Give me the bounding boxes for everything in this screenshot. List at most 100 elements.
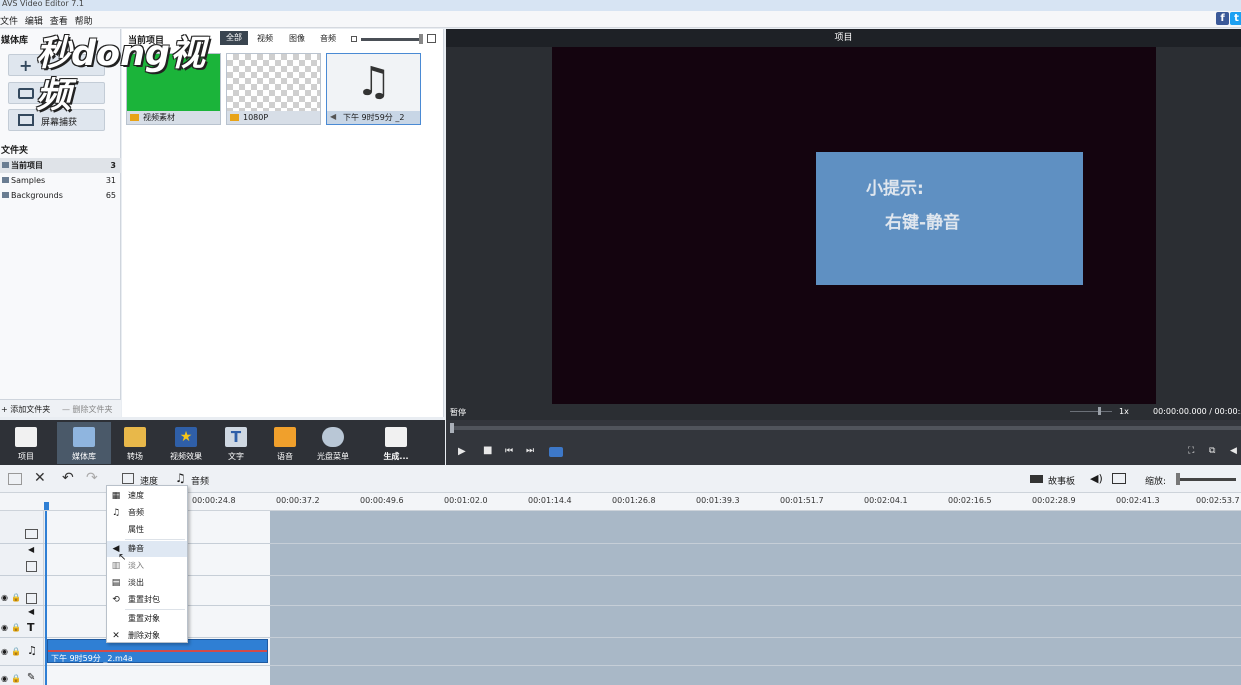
toolbar-project[interactable]: 项目 (2, 422, 50, 464)
menu-view[interactable]: 查看 (50, 14, 68, 27)
speed-slider[interactable] (1070, 411, 1112, 412)
menu-help[interactable]: 帮助 (75, 14, 93, 27)
disc-icon (322, 427, 344, 447)
menu-item-reset-object[interactable]: 重置对象 (107, 611, 187, 627)
storyboard-button[interactable]: 故事板 (1048, 474, 1075, 487)
thumb-size-slider[interactable] (361, 38, 421, 41)
menu-item-reset-envelope[interactable]: ⟲ 重置封包 (107, 592, 187, 608)
facebook-icon[interactable]: f (1216, 12, 1229, 25)
ruler-tick: 00:02:53.7 (1196, 496, 1240, 505)
folder-count: 3 (110, 161, 116, 170)
main-toolbar: 项目 媒体库 转场 ★ 视频效果 T 文字 语音 光盘菜单 生成... (0, 420, 445, 465)
menu-item-properties[interactable]: 属性 (107, 522, 187, 538)
volume-icon[interactable]: ◀ (1230, 446, 1237, 456)
library-title: 媒体库 (1, 36, 29, 46)
delete-icon[interactable]: ✕ (34, 470, 46, 486)
playhead-marker[interactable] (44, 502, 49, 510)
folder-icon (2, 162, 9, 168)
visibility-icon[interactable]: ◉ (1, 674, 8, 683)
menu-item-label: 重置对象 (128, 614, 160, 623)
toolbar-voice[interactable]: 语音 (261, 422, 309, 464)
filter-video[interactable]: 视频 (257, 33, 273, 44)
audio-button[interactable]: 音频 (191, 474, 209, 487)
mute-icon[interactable]: ◀ (28, 607, 34, 616)
preview-status-bar: 暂停 1x 00:00:00.000 / 00:00:33 (446, 404, 1241, 420)
next-frame-icon[interactable]: ⏭ (526, 446, 534, 456)
storyboard-toggle-icon[interactable] (8, 473, 22, 485)
ruler-tick: 00:01:14.4 (528, 496, 572, 505)
folder-backgrounds[interactable]: Backgrounds 65 (0, 188, 121, 203)
previous-frame-icon[interactable]: ⏮ (505, 446, 513, 456)
media-item-audio[interactable]: ♫ 下午 9时59分 _2 ◀ (326, 53, 421, 125)
menu-separator (125, 539, 185, 540)
toolbar-label: 媒体库 (72, 452, 96, 461)
folder-actions: + 添加文件夹 — 删除文件夹 (0, 399, 121, 417)
visibility-icon[interactable]: ◉ (1, 623, 8, 632)
folder-current-project[interactable]: 当前项目 3 (0, 158, 121, 173)
toolbar-label: 光盘菜单 (317, 452, 349, 461)
menu-item-label: 速度 (128, 491, 144, 500)
snapshot-icon[interactable]: ⧉ (1209, 446, 1215, 456)
stop-icon[interactable]: ■ (483, 445, 492, 456)
twitter-icon[interactable]: t (1230, 12, 1241, 25)
menu-item-label: 属性 (128, 525, 144, 534)
lock-icon[interactable]: 🔒 (11, 674, 21, 683)
loop-icon[interactable] (549, 447, 563, 457)
seek-handle[interactable] (450, 423, 454, 433)
undo-icon[interactable]: ↶ (62, 470, 74, 486)
menu-item-delete-object[interactable]: ✕ 删除对象 (107, 628, 187, 644)
clapper-icon (15, 427, 37, 447)
speed-slider-handle[interactable] (1098, 407, 1101, 415)
display-icon[interactable] (1112, 473, 1126, 484)
time-display: 00:00:00.000 / 00:00:33 (1153, 407, 1241, 416)
small-thumb-icon[interactable] (351, 36, 357, 42)
playback-controls: ▶ ■ ⏮ ⏭ ⛶ ⧉ ◀ (446, 420, 1241, 465)
thumb-size-handle[interactable] (419, 34, 423, 44)
menu-item-audio[interactable]: ♫ 音频 (107, 505, 187, 521)
audio-mixer-icon[interactable]: ◀) (1090, 472, 1103, 485)
toolbar-text[interactable]: T 文字 (212, 422, 260, 464)
mute-icon[interactable]: ◀ (28, 545, 34, 554)
lock-icon[interactable]: 🔒 (11, 647, 21, 656)
watermark-logo: 秒dong视频 (36, 34, 206, 116)
toolbar-disc-menu[interactable]: 光盘菜单 (309, 422, 357, 464)
video-type-icon (130, 114, 139, 121)
fullscreen-icon[interactable]: ⛶ (1188, 446, 1194, 456)
seek-bar[interactable] (452, 426, 1241, 430)
redo-icon[interactable]: ↷ (86, 470, 98, 486)
large-thumb-icon[interactable] (427, 34, 436, 43)
lock-icon[interactable]: 🔒 (11, 593, 21, 602)
ruler-tick: 00:01:51.7 (780, 496, 824, 505)
filter-image[interactable]: 图像 (289, 33, 305, 44)
visibility-icon[interactable]: ◉ (1, 593, 8, 602)
audio-track-icon: ♫ (27, 644, 37, 657)
filter-audio[interactable]: 音频 (320, 33, 336, 44)
volume-line[interactable] (48, 650, 267, 652)
music-note-icon: ♫ (111, 508, 121, 518)
media-caption: 视频素材 (127, 111, 220, 124)
toolbar-video-effects[interactable]: ★ 视频效果 (162, 422, 210, 464)
add-folder-button[interactable]: + 添加文件夹 (1, 404, 50, 415)
toolbar-transitions[interactable]: 转场 (111, 422, 159, 464)
ruler-tick: 00:00:37.2 (276, 496, 320, 505)
menu-item-fade-out[interactable]: ▤ 淡出 (107, 575, 187, 591)
timeline-empty-area[interactable] (270, 511, 1241, 685)
zoom-slider[interactable] (1178, 478, 1236, 481)
zoom-slider-handle[interactable] (1176, 473, 1180, 485)
toolbar-produce[interactable]: 生成... (372, 422, 420, 464)
visibility-icon[interactable]: ◉ (1, 647, 8, 656)
ruler-tick: 00:02:16.5 (948, 496, 992, 505)
folders-title: 文件夹 (1, 146, 29, 156)
play-icon[interactable]: ▶ (458, 446, 466, 457)
lock-icon[interactable]: 🔒 (11, 623, 21, 632)
menu-file[interactable]: 文件 (0, 14, 18, 27)
delete-folder-button[interactable]: — 删除文件夹 (62, 404, 113, 415)
menu-item-speed[interactable]: ▦ 速度 (107, 488, 187, 504)
text-track-icon: T (27, 621, 35, 634)
media-item-image[interactable]: 1080P (226, 53, 321, 125)
menu-item-label: 重置封包 (128, 595, 160, 604)
toolbar-media-library[interactable]: 媒体库 (57, 422, 111, 464)
camera-icon (18, 88, 34, 99)
menu-edit[interactable]: 编辑 (25, 14, 43, 27)
folder-samples[interactable]: Samples 31 (0, 173, 121, 188)
